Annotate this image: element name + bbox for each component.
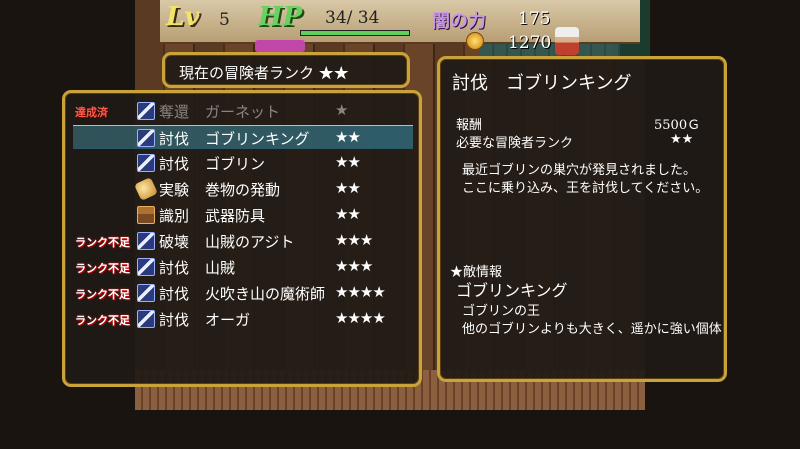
quest-row[interactable]: 識別 武器防具 ★★ [73, 203, 413, 227]
quest-row[interactable]: 達成済 奪還 ガーネット ★ [73, 99, 413, 123]
level-label: Lv [166, 2, 200, 32]
required-rank-value: ★★ [670, 132, 694, 147]
quest-difficulty-stars: ★★ [335, 128, 361, 146]
quest-row[interactable]: ランク不足 討伐 山賊 ★★★ [73, 255, 413, 279]
adventurer-rank-panel: 現在の冒険者ランク ★★ [162, 52, 410, 88]
quest-description-line-2: ここに乗り込み、王を討伐してください。 [462, 181, 709, 196]
quest-row[interactable]: 討伐 ゴブリンキング ★★ [73, 125, 413, 149]
quest-status-badge: ランク不足 [75, 288, 130, 301]
quest-row[interactable]: ランク不足 破壊 山賊のアジト ★★★ [73, 229, 413, 253]
quest-name: ゴブリンキング [205, 130, 310, 148]
quest-difficulty-stars: ★★ [335, 205, 361, 223]
quest-category: 討伐 [159, 130, 190, 148]
quest-name: オーガ [205, 311, 251, 329]
quest-detail-title: 討伐 ゴブリンキング [452, 73, 632, 94]
quest-list-panel: 達成済 奪還 ガーネット ★ 討伐 ゴブリンキング ★★ 討伐 ゴブリン ★★ 実験 巻物の発動 ★★ 識… [62, 90, 422, 387]
quest-category: 識別 [159, 207, 190, 225]
quest-difficulty-stars: ★★★ [335, 231, 373, 249]
quest-name: 巻物の発動 [205, 181, 281, 199]
enemy-description-line-2: 他のゴブリンよりも大きく、遥かに強い個体 [462, 322, 722, 337]
quest-row[interactable]: 討伐 ゴブリン ★★ [73, 151, 413, 175]
quest-name: ガーネット [205, 103, 281, 121]
sword-icon [137, 310, 155, 328]
quest-difficulty-stars: ★★★★ [335, 309, 386, 327]
quest-category: 討伐 [159, 259, 190, 277]
quest-category: 奪還 [159, 103, 190, 121]
quest-name: 山賊のアジト [205, 233, 295, 251]
scroll-icon [134, 177, 158, 201]
quest-row[interactable]: 実験 巻物の発動 ★★ [73, 177, 413, 201]
quest-difficulty-stars: ★★ [335, 153, 361, 171]
quest-category: 破壊 [159, 233, 190, 251]
enemy-description-line-1: ゴブリンの王 [462, 304, 541, 319]
reward-value: 5500Ｇ [654, 118, 701, 133]
quest-name: ゴブリン [205, 155, 266, 173]
quest-difficulty-stars: ★ [335, 101, 348, 119]
chest-icon [137, 206, 155, 224]
reward-label: 報酬 [456, 118, 483, 133]
quest-category: 討伐 [159, 155, 190, 173]
quest-status-badge: ランク不足 [75, 314, 130, 327]
game-scene: Lv 5 HP 34/ 34 闇の力 175 1270 現在の冒険者ランク ★★… [0, 0, 800, 449]
sword-icon [137, 258, 155, 276]
sword-icon [137, 284, 155, 302]
quest-category: 実験 [159, 181, 190, 199]
mp-label-partial [255, 40, 305, 52]
dark-power-value: 175 [518, 9, 551, 29]
quest-status-badge: ランク不足 [75, 262, 130, 275]
sword-icon [137, 232, 155, 250]
gold-value: 1270 [508, 33, 552, 53]
quest-description-line-1: 最近ゴブリンの巣穴が発見されました。 [462, 163, 697, 178]
quest-difficulty-stars: ★★★★ [335, 283, 386, 301]
quest-difficulty-stars: ★★ [335, 179, 361, 197]
hp-label: HP [258, 2, 303, 32]
gold-coin-icon [466, 32, 484, 50]
quest-category: 討伐 [159, 285, 190, 303]
quest-status-badge: 達成済 [75, 106, 108, 119]
enemy-name: ゴブリンキング [456, 281, 568, 300]
hp-value: 34/ 34 [325, 8, 380, 28]
adventurer-rank-text: 現在の冒険者ランク ★★ [179, 64, 349, 82]
hp-bar-fill [301, 31, 409, 35]
quest-name: 武器防具 [205, 207, 266, 225]
dark-power-label: 闇の力 [432, 11, 486, 32]
player-avatar [555, 27, 579, 55]
quest-name: 山賊 [205, 259, 236, 277]
sword-icon [137, 102, 155, 120]
quest-category: 討伐 [159, 311, 190, 329]
hp-bar [300, 30, 410, 36]
sword-icon [137, 154, 155, 172]
quest-status-badge: ランク不足 [75, 236, 130, 249]
quest-difficulty-stars: ★★★ [335, 257, 373, 275]
level-value: 5 [219, 10, 230, 30]
quest-detail-panel: 討伐 ゴブリンキング 報酬 5500Ｇ 必要な冒険者ランク ★★ 最近ゴブリンの… [437, 56, 727, 382]
required-rank-label: 必要な冒険者ランク [456, 136, 574, 151]
quest-name: 火吹き山の魔術師 [205, 285, 326, 303]
quest-row[interactable]: ランク不足 討伐 オーガ ★★★★ [73, 307, 413, 331]
sword-icon [137, 129, 155, 147]
quest-row[interactable]: ランク不足 討伐 火吹き山の魔術師 ★★★★ [73, 281, 413, 305]
